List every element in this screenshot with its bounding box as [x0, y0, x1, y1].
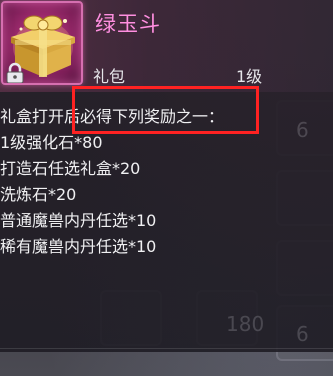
lock-icon — [6, 62, 24, 83]
background-count: 6 — [296, 118, 309, 142]
reward-line: 洗炼石*20 — [0, 185, 77, 204]
reward-line: 打造石任选礼盒*20 — [0, 159, 141, 178]
highlight-annotation — [72, 86, 259, 134]
item-tooltip: 绿玉斗 礼包 1级 礼盒打开后必得下列奖励之一： 1级强化石*80 打造石任选礼… — [0, 0, 333, 352]
item-icon-slot[interactable] — [1, 1, 83, 85]
item-type: 礼包 — [93, 67, 126, 86]
tooltip-divider — [0, 348, 333, 349]
reward-line: 稀有魔兽内丹任选*10 — [0, 237, 157, 256]
background-count: 180 — [226, 312, 265, 336]
item-level: 1级 — [236, 67, 263, 86]
reward-line: 普通魔兽内丹任选*10 — [0, 211, 157, 230]
item-name: 绿玉斗 — [95, 12, 161, 36]
background-count: 6 — [296, 322, 309, 346]
